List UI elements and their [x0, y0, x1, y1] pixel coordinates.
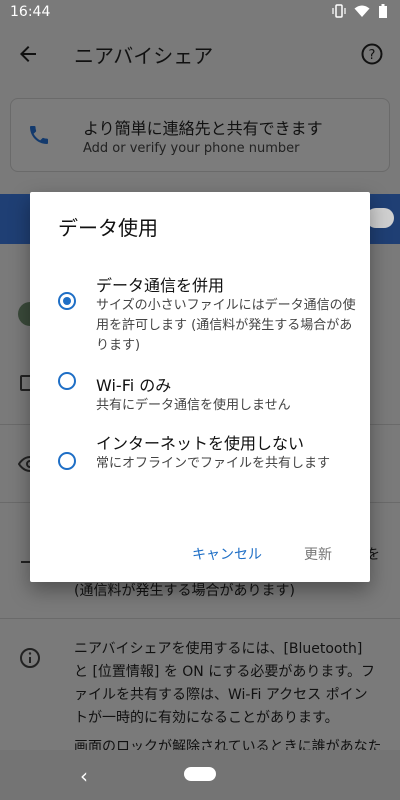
option-label: インターネットを使用しない — [96, 434, 305, 453]
radio-unchecked-icon[interactable] — [58, 452, 76, 470]
option-desc: サイズの小さいファイルにはデータ通信の使用を許可します (通信料が発生する場合が… — [96, 298, 356, 353]
status-time: 16:44 — [10, 4, 51, 20]
phone-icon — [27, 123, 51, 147]
option-data-and-wifi[interactable]: データ通信を併用 サイズの小さいファイルにはデータ通信の使用を許可します (通信… — [58, 272, 358, 353]
divider — [0, 618, 400, 619]
arrow-left-icon[interactable] — [16, 42, 40, 66]
vibrate-icon — [332, 4, 346, 22]
nav-home-pill[interactable] — [184, 767, 216, 781]
data-usage-note: (通信料が発生する場合があります) — [74, 583, 295, 599]
contact-card[interactable]: より簡単に連絡先と共有できます Add or verify your phone… — [10, 98, 390, 172]
radio-checked-icon[interactable] — [58, 292, 76, 310]
cancel-button[interactable]: キャンセル — [192, 544, 262, 564]
card-title: より簡単に連絡先と共有できます — [83, 119, 323, 138]
data-usage-dialog: データ使用 データ通信を併用 サイズの小さいファイルにはデータ通信の使用を許可し… — [30, 192, 370, 582]
info-row: ニアバイシェアを使用するには、[Bluetooth] と [位置情報] を ON… — [0, 632, 400, 752]
nav-bar: ‹ — [0, 750, 400, 800]
status-bar: 16:44 — [0, 0, 400, 24]
option-label: Wi-Fi のみ — [96, 376, 172, 395]
info-text: ニアバイシェアを使用するには、[Bluetooth] と [位置情報] を ON… — [74, 641, 375, 726]
option-no-internet[interactable]: インターネットを使用しない 常にオフラインでファイルを共有します — [58, 430, 358, 502]
help-circle-icon[interactable]: ? — [360, 42, 384, 66]
nav-back-icon[interactable]: ‹ — [80, 764, 88, 788]
option-desc: 共有にデータ通信を使用しません — [96, 398, 291, 413]
wifi-icon — [354, 4, 370, 22]
option-label: データ通信を併用 — [96, 276, 225, 295]
dialog-title: データ使用 — [58, 216, 158, 240]
status-icons — [332, 4, 388, 22]
card-subtitle: Add or verify your phone number — [83, 141, 300, 156]
battery-icon — [378, 4, 388, 22]
svg-text:?: ? — [369, 48, 376, 63]
option-desc: 常にオフラインでファイルを共有します — [96, 456, 331, 471]
info-icon — [18, 646, 42, 670]
option-wifi-only[interactable]: Wi-Fi のみ 共有にデータ通信を使用しません — [58, 372, 358, 420]
nearby-share-toggle[interactable] — [366, 208, 394, 228]
update-button[interactable]: 更新 — [304, 544, 332, 564]
radio-unchecked-icon[interactable] — [58, 372, 76, 390]
info-text-more: 画面のロックが解除されているときに誰があなた — [74, 739, 380, 750]
app-bar: ニアバイシェア ? — [0, 24, 400, 84]
page-title: ニアバイシェア — [74, 44, 214, 68]
